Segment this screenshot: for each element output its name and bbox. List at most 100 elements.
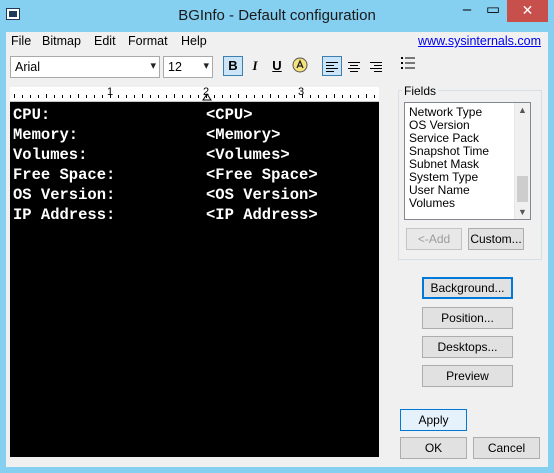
ruler-tick [46, 94, 47, 98]
ruler-tick [86, 95, 87, 98]
align-left-icon [326, 60, 338, 74]
editor-value: <CPU> [206, 106, 253, 124]
sysinternals-link[interactable]: www.sysinternals.com [418, 34, 541, 48]
ruler-tick [254, 95, 255, 98]
editor-label: Memory: [13, 126, 79, 144]
menu-edit[interactable]: Edit [94, 34, 116, 48]
ruler-tick [278, 95, 279, 98]
align-right-button[interactable] [366, 56, 386, 76]
editor-value: <IP Address> [206, 206, 318, 224]
window-frame: BGInfo - Default configuration – ▭ ✕ Fil… [0, 0, 554, 473]
editor-value: <OS Version> [206, 186, 318, 204]
ruler-tick [358, 95, 359, 98]
close-button[interactable]: ✕ [507, 0, 548, 22]
ruler-tick [22, 95, 23, 98]
ruler-tick [70, 95, 71, 98]
menu-bar: File Bitmap Edit Format Help www.sysinte… [6, 32, 548, 52]
menu-format[interactable]: Format [128, 34, 168, 48]
bullets-button[interactable] [398, 56, 418, 76]
editor-label: Free Space: [13, 166, 116, 184]
minimize-button[interactable]: – [454, 0, 480, 22]
editor-value: <Free Space> [206, 166, 318, 184]
ruler-tick [118, 95, 119, 98]
ruler-tick [246, 95, 247, 98]
ruler-tick [102, 95, 103, 98]
ruler-tick [334, 94, 335, 98]
ruler-tick [222, 95, 223, 98]
ruler-tick [206, 94, 207, 98]
scroll-down-icon[interactable]: ▼ [515, 205, 530, 219]
align-center-button[interactable] [344, 56, 364, 76]
field-item[interactable]: User Name [409, 183, 470, 197]
preview-button[interactable]: Preview [422, 365, 513, 387]
scroll-up-icon[interactable]: ▲ [515, 103, 530, 117]
ruler-tick [286, 95, 287, 98]
font-select[interactable]: Arial ▾ [10, 56, 160, 78]
italic-button[interactable]: I [245, 56, 265, 76]
menu-bitmap[interactable]: Bitmap [42, 34, 81, 48]
client-area: File Bitmap Edit Format Help www.sysinte… [6, 32, 548, 467]
scroll-thumb[interactable] [517, 176, 528, 202]
ruler-tick [198, 95, 199, 98]
field-item[interactable]: Snapshot Time [409, 144, 489, 158]
field-item[interactable]: OS Version [409, 118, 470, 132]
ok-button[interactable]: OK [400, 437, 467, 459]
font-picker-icon [292, 57, 308, 73]
fields-scrollbar[interactable]: ▲ ▼ [514, 103, 530, 219]
bullet-list-icon [401, 57, 415, 69]
ruler-tick [230, 95, 231, 98]
ruler-tick [166, 95, 167, 98]
field-item[interactable]: Service Pack [409, 131, 479, 145]
size-select[interactable]: 12 ▾ [163, 56, 213, 78]
ruler-tick [38, 95, 39, 98]
align-right-icon [370, 60, 382, 74]
ruler[interactable]: 1 2 3 [10, 86, 379, 102]
ruler-tick [150, 95, 151, 98]
ruler-tick [126, 95, 127, 98]
ruler-tick [110, 94, 111, 98]
ruler-tick [270, 94, 271, 98]
bold-button[interactable]: B [223, 56, 243, 76]
ruler-tick [366, 94, 367, 98]
custom-field-button[interactable]: Custom... [468, 228, 524, 250]
field-item[interactable]: Volumes [409, 196, 455, 210]
apply-button[interactable]: Apply [400, 409, 467, 431]
field-item[interactable]: System Type [409, 170, 478, 184]
editor-label: IP Address: [13, 206, 116, 224]
menu-file[interactable]: File [11, 34, 31, 48]
field-item[interactable]: Subnet Mask [409, 157, 479, 171]
position-button[interactable]: Position... [422, 307, 513, 329]
background-button[interactable]: Background... [422, 277, 513, 299]
menu-help[interactable]: Help [181, 34, 207, 48]
ruler-tick [174, 94, 175, 98]
ruler-tick [134, 95, 135, 98]
title-bar[interactable]: BGInfo - Default configuration – ▭ ✕ [0, 0, 554, 32]
cancel-button[interactable]: Cancel [473, 437, 540, 459]
font-select-value: Arial [15, 60, 41, 74]
editor-label: CPU: [13, 106, 51, 124]
ruler-tick [62, 95, 63, 98]
editor-label: Volumes: [13, 146, 88, 164]
chevron-down-icon: ▾ [203, 60, 209, 72]
ruler-tick [262, 95, 263, 98]
ruler-tick [54, 95, 55, 98]
ruler-tick [302, 94, 303, 98]
maximize-button[interactable]: ▭ [480, 0, 506, 22]
ruler-tick [326, 95, 327, 98]
align-left-button[interactable] [322, 56, 342, 76]
underline-button[interactable]: U [267, 56, 287, 76]
ruler-marker-icon[interactable] [202, 93, 212, 101]
ruler-tick [342, 95, 343, 98]
editor-value: <Memory> [206, 126, 281, 144]
ruler-tick [350, 95, 351, 98]
desktops-button[interactable]: Desktops... [422, 336, 513, 358]
text-editor[interactable]: CPU: <CPU> Memory: <Memory> Volumes: <Vo… [10, 102, 379, 457]
ruler-tick [238, 94, 239, 98]
field-item[interactable]: Network Type [409, 105, 482, 119]
fields-list[interactable]: Network Type OS Version Service Pack Sna… [404, 102, 531, 220]
align-center-icon [348, 60, 360, 74]
ruler-tick [310, 95, 311, 98]
font-dialog-button[interactable] [290, 56, 310, 76]
ruler-tick [142, 94, 143, 98]
add-field-button[interactable]: <-Add [406, 228, 462, 250]
